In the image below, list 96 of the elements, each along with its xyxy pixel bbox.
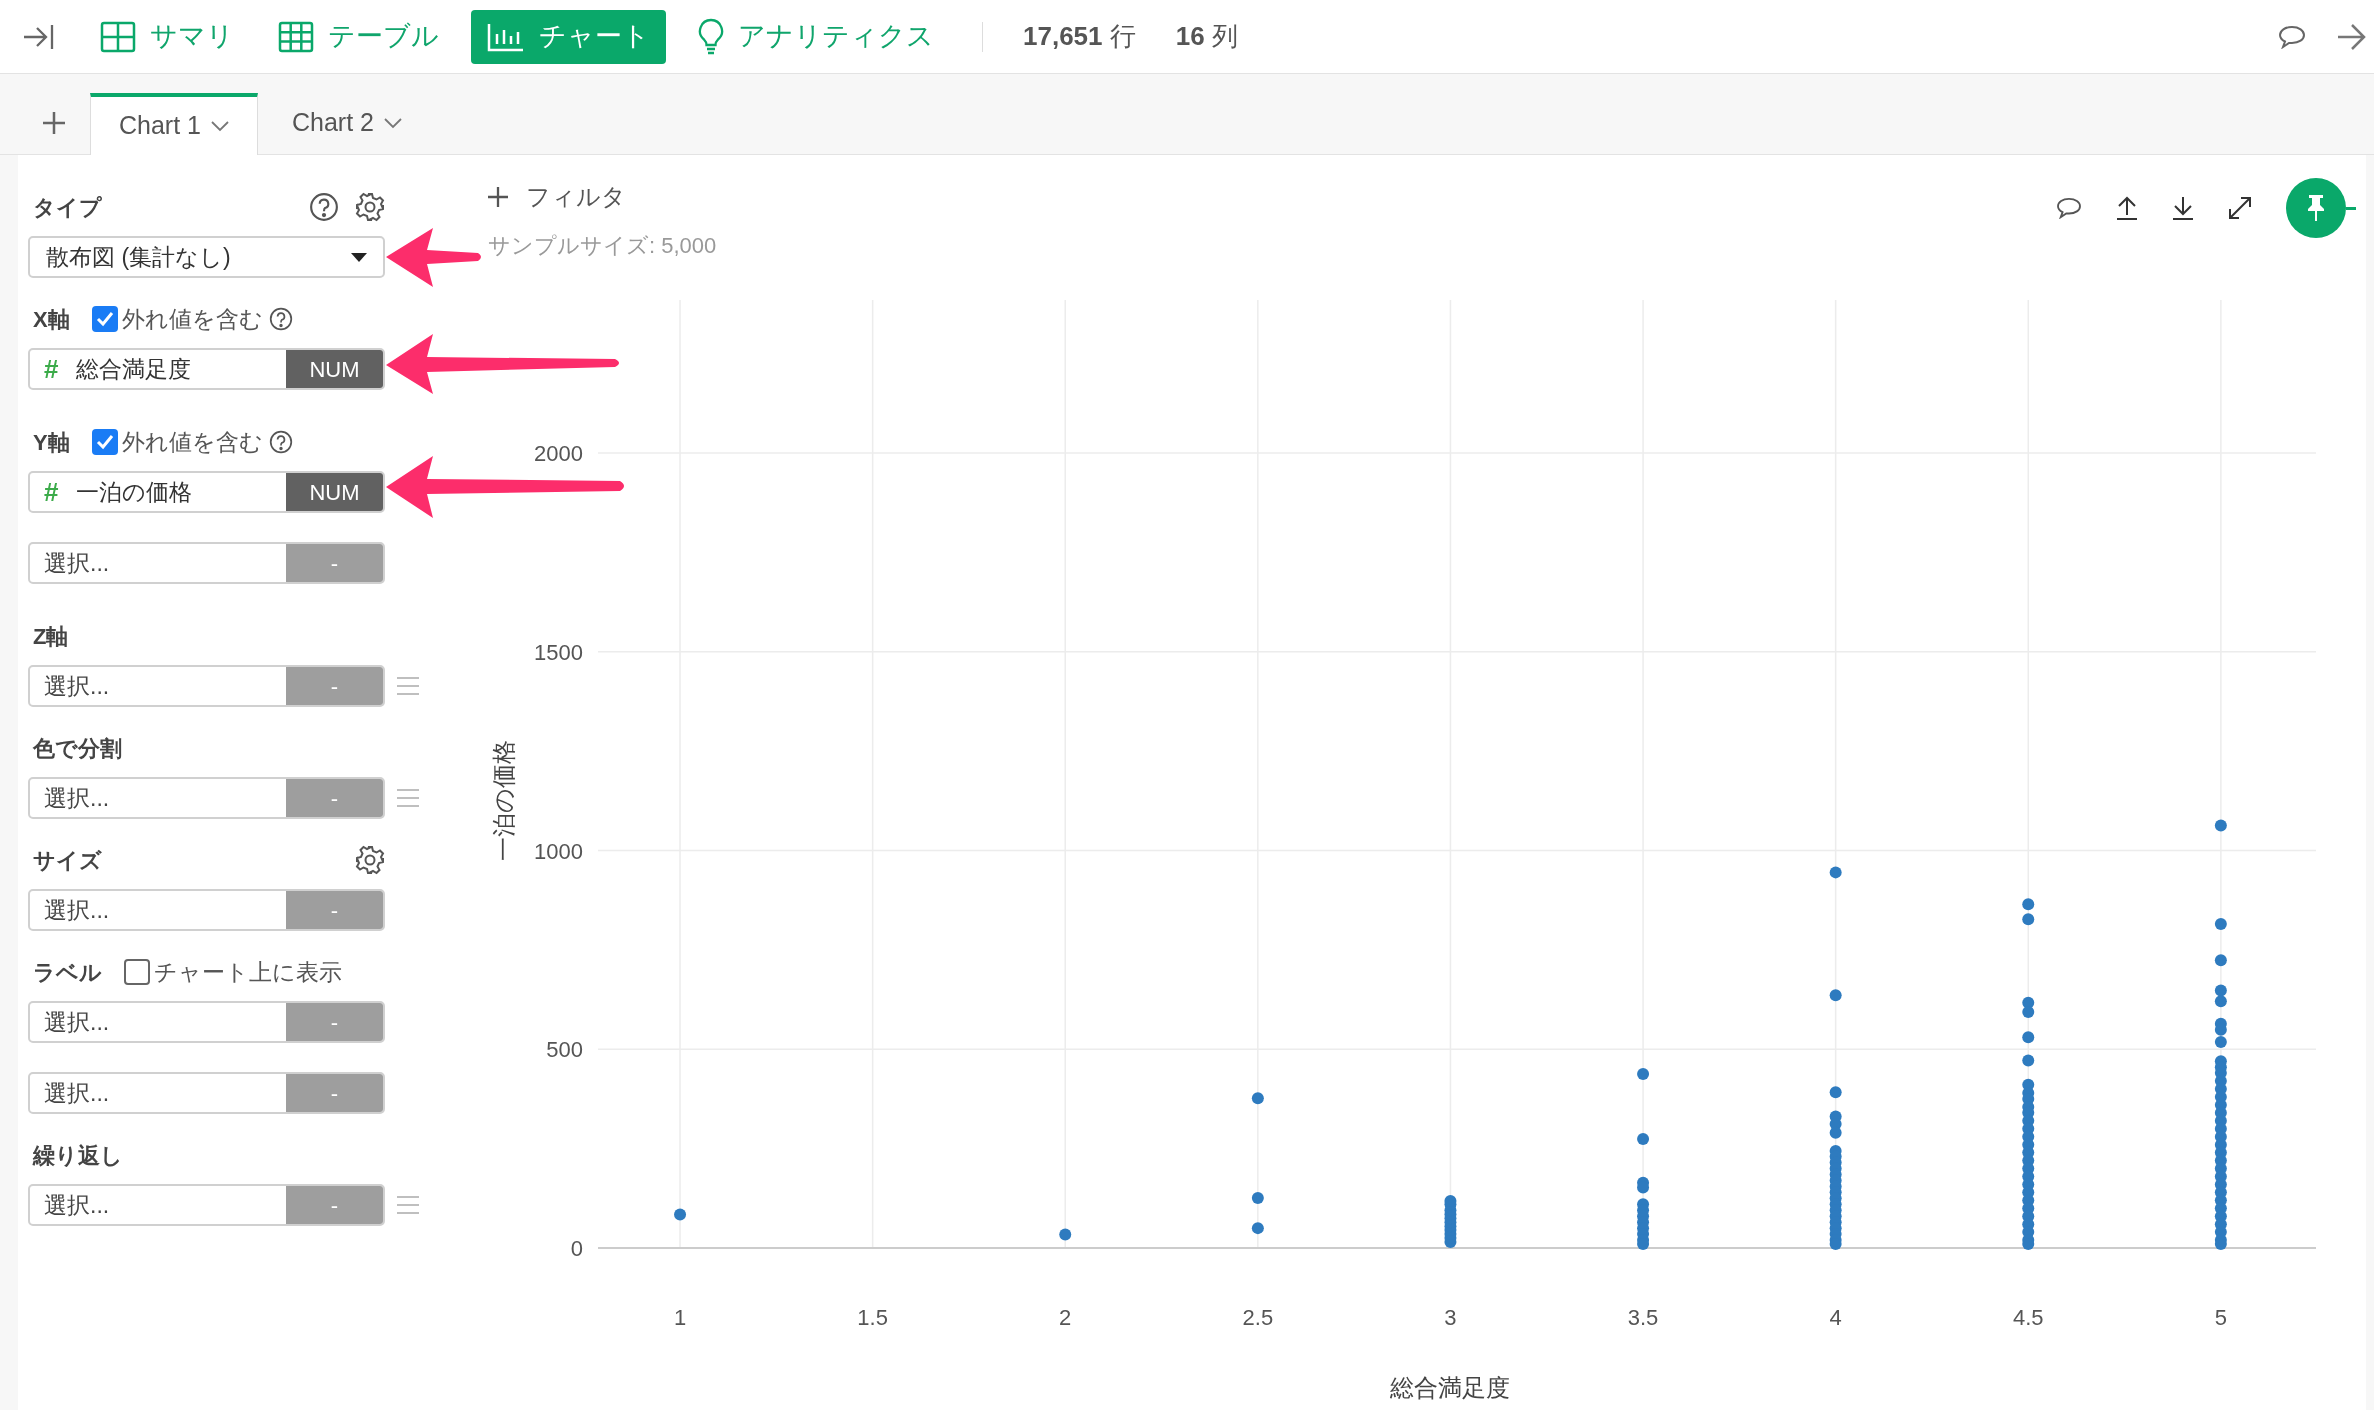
type-badge: NUM xyxy=(286,350,383,388)
nav-tab[interactable]: アナリティクス xyxy=(686,9,946,64)
section-label: ラベル xyxy=(32,958,102,987)
settings-icon[interactable] xyxy=(355,845,385,875)
type-badge: - xyxy=(286,891,383,929)
checkmark-icon xyxy=(95,311,114,327)
expand-icon[interactable] xyxy=(2228,196,2252,220)
settings-icon[interactable] xyxy=(355,192,385,222)
section-label: X軸 xyxy=(32,305,70,334)
type-badge: - xyxy=(286,1003,383,1041)
dropdown-caret-icon xyxy=(351,252,367,262)
bar-chart-icon xyxy=(487,21,525,52)
chart-tab[interactable]: Chart 2 xyxy=(258,92,436,154)
y-tick-label: 2000 xyxy=(534,441,583,467)
type-badge: NUM xyxy=(286,473,383,511)
nav-tab[interactable]: チャート xyxy=(471,9,666,64)
column-field[interactable]: # 一泊の価格 NUM xyxy=(28,471,385,513)
pin-icon xyxy=(2306,194,2326,222)
select-input[interactable]: 選択... xyxy=(44,1187,286,1223)
column-field[interactable]: # 総合満足度 NUM xyxy=(28,348,385,390)
dropdown[interactable]: 散布図 (集計なし) xyxy=(28,236,385,278)
comment-icon[interactable] xyxy=(2278,24,2306,49)
type-symbol: # xyxy=(44,352,59,386)
nav-tab[interactable]: テーブル xyxy=(266,9,451,64)
type-symbol: # xyxy=(44,475,59,509)
type-badge: - xyxy=(286,1186,383,1224)
chevron-down-icon xyxy=(211,120,229,132)
x-tick-label: 1 xyxy=(673,1305,687,1330)
section-label: Y軸 xyxy=(32,428,70,457)
select-field[interactable]: 選択... - xyxy=(28,1001,385,1043)
checkmark-icon xyxy=(95,434,114,450)
x-tick-label: 1.5 xyxy=(857,1305,888,1330)
x-axis-title: 総合満足度 xyxy=(1390,1374,1511,1401)
select-field[interactable]: 選択... - xyxy=(28,889,385,931)
chevron-down-icon xyxy=(383,117,402,129)
section-label: Z軸 xyxy=(32,622,69,651)
dropdown-value: 散布図 (集計なし) xyxy=(46,242,231,272)
field-value: 一泊の価格 xyxy=(76,477,193,507)
checkbox[interactable] xyxy=(91,429,118,455)
checkbox-label: 外れ値を含む xyxy=(121,427,263,457)
select-field[interactable]: 選択... - xyxy=(28,542,385,584)
y-tick-label: 1000 xyxy=(534,838,583,864)
plus-icon xyxy=(42,111,66,135)
grid-icon xyxy=(100,20,136,53)
select-field[interactable]: 選択... - xyxy=(28,665,385,707)
select-field[interactable]: 選択... - xyxy=(28,1072,385,1114)
sample-size-text: サンプルサイズ: 5,000 xyxy=(488,232,717,260)
comment-icon[interactable] xyxy=(2056,197,2082,219)
section-label: タイプ xyxy=(32,193,102,222)
field-value: 総合満足度 xyxy=(76,354,192,384)
arrow-right-icon[interactable] xyxy=(2336,22,2366,51)
y-tick-label: 500 xyxy=(546,1037,583,1063)
section-label: 繰り返し xyxy=(31,1141,123,1170)
x-tick-label: 3 xyxy=(1444,1305,1457,1330)
plus-icon xyxy=(488,187,508,207)
select-input[interactable]: 選択... xyxy=(44,892,286,928)
checkbox[interactable] xyxy=(91,306,118,332)
y-tick-label: 1500 xyxy=(534,639,583,665)
select-input[interactable]: 選択... xyxy=(44,1075,286,1111)
lightbulb-icon xyxy=(698,17,724,56)
type-badge: - xyxy=(286,779,383,817)
select-input[interactable]: 選択... xyxy=(44,545,286,581)
type-badge: - xyxy=(286,667,383,705)
collapse-icon[interactable] xyxy=(22,22,54,51)
select-input[interactable]: 選択... xyxy=(44,780,286,816)
section-label: 色で分割 xyxy=(32,734,122,763)
type-badge: - xyxy=(286,1074,383,1112)
x-tick-label: 2 xyxy=(1059,1305,1072,1330)
y-tick-label: 0 xyxy=(570,1236,583,1261)
section-label: サイズ xyxy=(32,846,102,875)
row-count: 16 列 xyxy=(1175,20,1238,53)
checkbox-label: チャート上に表示 xyxy=(154,957,342,987)
help-icon[interactable] xyxy=(268,307,293,331)
checkbox-label: 外れ値を含む xyxy=(121,304,263,334)
pin-button[interactable] xyxy=(2286,178,2346,238)
checkbox[interactable] xyxy=(124,959,150,985)
filter-button[interactable]: フィルタ xyxy=(488,179,717,215)
download-icon[interactable] xyxy=(2172,196,2194,220)
nav-tab[interactable]: サマリ xyxy=(88,9,246,64)
help-icon[interactable] xyxy=(268,430,293,454)
help-icon[interactable] xyxy=(309,192,339,222)
x-tick-label: 2.5 xyxy=(1242,1305,1274,1330)
x-tick-label: 4.5 xyxy=(2012,1305,2044,1330)
select-field[interactable]: 選択... - xyxy=(28,1184,385,1226)
y-axis-title: 一泊の価格 xyxy=(490,739,517,861)
x-tick-label: 4 xyxy=(1829,1305,1842,1330)
row-count: 17,651 行 xyxy=(1023,20,1136,53)
x-tick-label: 5 xyxy=(2214,1305,2227,1330)
select-field[interactable]: 選択... - xyxy=(28,777,385,819)
select-input[interactable]: 選択... xyxy=(44,1004,286,1040)
type-badge: - xyxy=(286,544,383,582)
chart-tab[interactable]: Chart 1 xyxy=(90,93,258,155)
table-icon xyxy=(278,20,314,53)
select-input[interactable]: 選択... xyxy=(44,668,286,704)
upload-icon[interactable] xyxy=(2116,196,2138,220)
x-tick-label: 3.5 xyxy=(1627,1305,1659,1330)
